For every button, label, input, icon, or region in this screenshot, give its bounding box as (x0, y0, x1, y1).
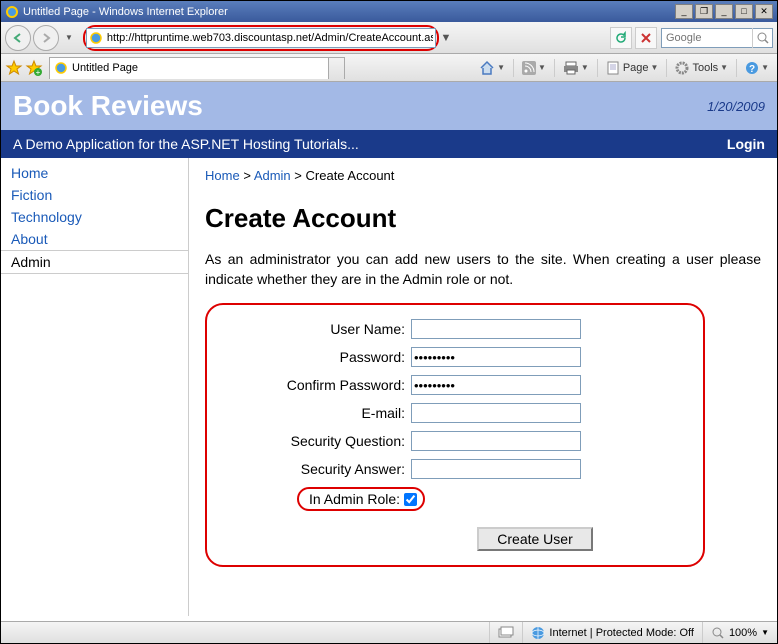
sidebar-item-technology[interactable]: Technology (1, 206, 188, 228)
site-header: Book Reviews 1/20/2009 (1, 82, 777, 130)
search-button[interactable] (752, 28, 772, 48)
ie-icon (5, 5, 19, 19)
maximize-button[interactable]: □ (735, 4, 753, 19)
security-question-input[interactable] (411, 431, 581, 451)
favorites-star-icon[interactable] (5, 59, 23, 77)
home-button[interactable]: ▼ (475, 58, 509, 78)
address-dropdown[interactable]: ▼ (439, 32, 453, 44)
stop-button[interactable] (635, 27, 657, 49)
page-heading: Create Account (205, 203, 761, 234)
breadcrumb-home[interactable]: Home (205, 168, 240, 183)
window-titlebar: Untitled Page - Windows Internet Explore… (1, 1, 777, 22)
url-highlight-annotation (83, 25, 439, 51)
restore-button[interactable]: ❐ (695, 4, 713, 19)
security-answer-input[interactable] (411, 459, 581, 479)
forward-button[interactable] (33, 25, 59, 51)
browser-tab[interactable]: Untitled Page (49, 57, 329, 79)
address-bar[interactable] (86, 28, 436, 48)
nav-drop-icon[interactable]: ▼ (65, 33, 73, 42)
breadcrumb-admin[interactable]: Admin (254, 168, 291, 183)
help-button[interactable]: ? ▼ (741, 59, 773, 77)
navigation-bar: ▼ ▼ (1, 22, 777, 54)
sidebar-nav: Home Fiction Technology About Admin (1, 158, 189, 616)
email-input[interactable] (411, 403, 581, 423)
minimize-button[interactable]: _ (675, 4, 693, 19)
confirm-password-input[interactable] (411, 375, 581, 395)
search-box[interactable] (661, 28, 773, 48)
svg-text:+: + (36, 68, 41, 77)
back-button[interactable] (5, 25, 31, 51)
status-bar: Internet | Protected Mode: Off 100% ▼ (1, 621, 777, 643)
sidebar-item-fiction[interactable]: Fiction (1, 184, 188, 206)
close-button[interactable]: ✕ (755, 4, 773, 19)
site-date: 1/20/2009 (707, 99, 765, 114)
add-favorites-icon[interactable]: + (25, 59, 43, 77)
site-title: Book Reviews (13, 90, 203, 122)
login-link[interactable]: Login (727, 136, 765, 152)
tab-toolbar: + Untitled Page ▼ ▼ ▼ Page ▼ (1, 54, 777, 82)
window-title: Untitled Page - Windows Internet Explore… (23, 6, 675, 18)
security-answer-label: Security Answer: (221, 461, 411, 477)
password-input[interactable] (411, 347, 581, 367)
refresh-button[interactable] (610, 27, 632, 49)
password-label: Password: (221, 349, 411, 365)
page-icon (89, 31, 103, 45)
tools-menu[interactable]: Tools ▼ (671, 59, 732, 77)
admin-role-checkbox[interactable] (404, 493, 417, 506)
site-subheader: A Demo Application for the ASP.NET Hosti… (1, 130, 777, 158)
sidebar-item-home[interactable]: Home (1, 162, 188, 184)
username-input[interactable] (411, 319, 581, 339)
tab-title: Untitled Page (72, 62, 138, 74)
confirm-password-label: Confirm Password: (221, 377, 411, 393)
print-button[interactable]: ▼ (559, 59, 593, 77)
minimize2-button[interactable]: _ (715, 4, 733, 19)
sidebar-item-admin[interactable]: Admin (1, 250, 188, 274)
admin-role-highlight-annotation: In Admin Role: (297, 487, 425, 511)
breadcrumb-current: Create Account (306, 168, 395, 183)
create-user-button[interactable]: Create User (477, 527, 592, 551)
security-question-label: Security Question: (221, 433, 411, 449)
new-tab-button[interactable] (329, 57, 345, 79)
admin-role-label: In Admin Role: (301, 491, 404, 507)
feeds-button[interactable]: ▼ (518, 59, 550, 77)
username-label: User Name: (221, 321, 411, 337)
status-zone[interactable]: Internet | Protected Mode: Off (522, 622, 702, 643)
form-highlight-annotation: User Name: Password: Confirm Password: E… (205, 303, 705, 567)
svg-text:?: ? (749, 64, 755, 75)
page-menu[interactable]: Page ▼ (602, 59, 663, 77)
address-input[interactable] (105, 32, 435, 44)
search-input[interactable] (662, 32, 752, 44)
main-content: Home > Admin > Create Account Create Acc… (189, 158, 777, 616)
site-subtitle: A Demo Application for the ASP.NET Hosti… (13, 136, 727, 152)
page-intro: As an administrator you can add new user… (205, 250, 761, 289)
tab-page-icon (54, 61, 68, 75)
sidebar-item-about[interactable]: About (1, 228, 188, 250)
status-zoom[interactable]: 100% ▼ (702, 622, 777, 643)
status-popup-icon[interactable] (489, 622, 522, 643)
breadcrumb: Home > Admin > Create Account (205, 168, 761, 183)
email-label: E-mail: (221, 405, 411, 421)
